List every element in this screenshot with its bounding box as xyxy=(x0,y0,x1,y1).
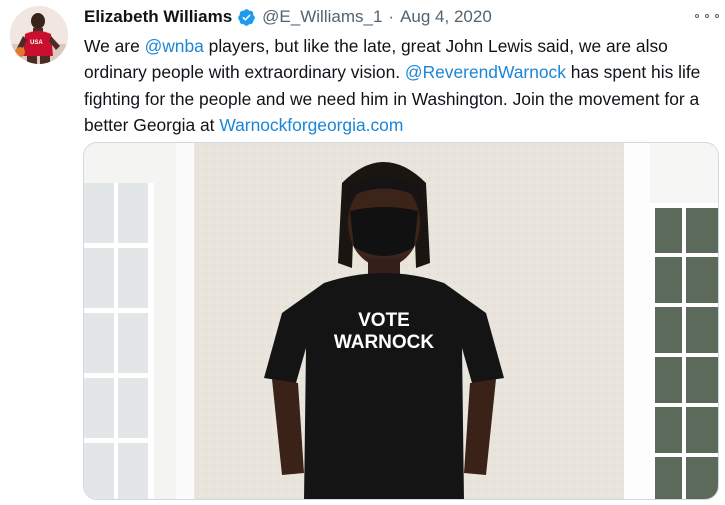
author-name[interactable]: Elizabeth Williams xyxy=(84,7,232,27)
photo-scene: VOTE WARNOCK xyxy=(84,143,718,499)
tweet-link[interactable]: Warnockforgeorgia.com xyxy=(219,115,403,135)
avatar-image: USA xyxy=(10,6,68,64)
mention-wnba[interactable]: @wnba xyxy=(145,36,204,56)
tweet-text-part: We are xyxy=(84,36,145,56)
tweet-photo[interactable]: VOTE WARNOCK xyxy=(83,142,719,500)
shirt-text-line2: WARNOCK xyxy=(334,332,435,353)
tweet-date[interactable]: Aug 4, 2020 xyxy=(400,7,492,27)
more-options-icon[interactable] xyxy=(695,8,719,24)
avatar[interactable]: USA xyxy=(10,6,68,64)
more-dot xyxy=(695,14,699,18)
meta-separator: · xyxy=(388,7,395,26)
svg-text:USA: USA xyxy=(30,40,43,46)
verified-badge-icon xyxy=(238,8,255,26)
tweet-header: Elizabeth Williams @E_Williams_1 · Aug 4… xyxy=(84,5,665,29)
more-dot xyxy=(705,14,709,18)
shirt-text-line1: VOTE xyxy=(358,310,410,331)
more-dot xyxy=(715,14,719,18)
tweet-text: We are @wnba players, but like the late,… xyxy=(84,33,714,138)
author-handle[interactable]: @E_Williams_1 xyxy=(262,7,382,27)
mention-reverendwarnock[interactable]: @ReverendWarnock xyxy=(405,62,566,82)
